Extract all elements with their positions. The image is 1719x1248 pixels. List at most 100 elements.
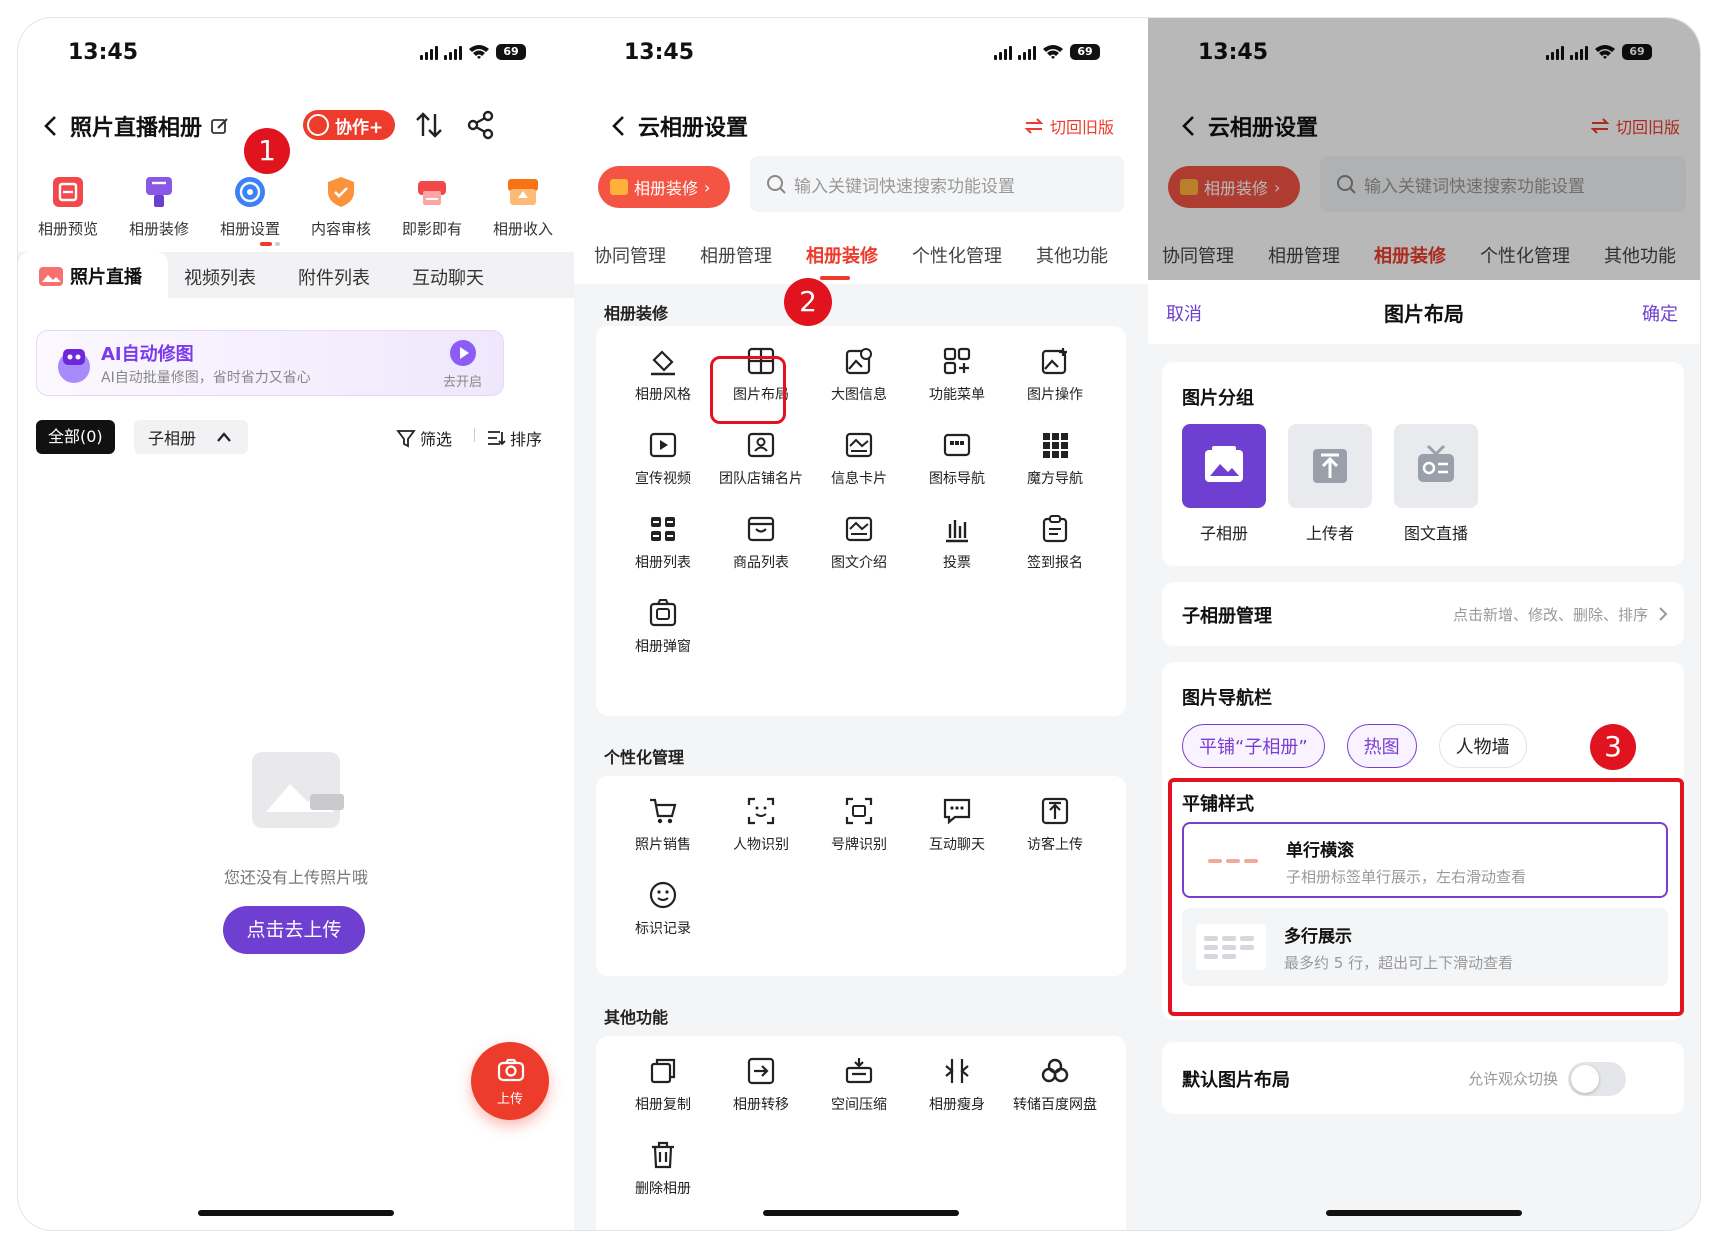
tab-chat[interactable]: 互动聊天	[412, 264, 484, 290]
chip-hot[interactable]: 热图	[1346, 724, 1417, 768]
item-promo-video[interactable]: 宣传视频	[614, 426, 712, 488]
sort-arrows-icon[interactable]	[414, 110, 444, 140]
item-album-list[interactable]: 相册列表	[614, 510, 712, 572]
item-photo-sales[interactable]: 照片销售	[614, 792, 712, 854]
wifi-icon	[1043, 45, 1063, 59]
item-product-list[interactable]: 商品列表	[712, 510, 810, 572]
item-space-compress[interactable]: 空间压缩	[810, 1052, 908, 1114]
sub-album-label: 子相册	[148, 429, 197, 448]
status-icons: 69	[994, 44, 1100, 60]
toolbar-decor[interactable]: 相册装修	[117, 172, 201, 239]
edit-icon[interactable]	[210, 116, 230, 136]
item-visitor-upload[interactable]: 访客上传	[1006, 792, 1104, 854]
allow-switch-toggle[interactable]	[1568, 1062, 1626, 1096]
filter-button[interactable]: 筛选	[396, 426, 452, 450]
ai-banner-action[interactable]: 去开启	[443, 371, 482, 390]
filter-all-button[interactable]: 全部(0)	[36, 420, 115, 454]
personal-grid: 照片销售 人物识别 号牌识别 互动聊天 访客上传 标识记录	[596, 776, 1126, 938]
item-vote[interactable]: 投票	[908, 510, 1006, 572]
copy-icon	[644, 1052, 682, 1090]
search-icon	[767, 175, 786, 194]
tab-attachments[interactable]: 附件列表	[298, 264, 370, 290]
group-option-sub-album[interactable]	[1182, 424, 1266, 508]
highlight-tile-style	[1168, 778, 1684, 1016]
item-label: 图片操作	[1027, 387, 1083, 403]
modal-dim-overlay[interactable]	[1148, 18, 1700, 280]
item-label: 相册弹窗	[635, 639, 691, 655]
item-label: 空间压缩	[831, 1097, 887, 1113]
step-badge-2: 2	[784, 278, 832, 326]
item-album-copy[interactable]: 相册复制	[614, 1052, 712, 1114]
tab-album-manage[interactable]: 相册管理	[700, 242, 772, 268]
play-icon	[450, 340, 476, 366]
tab-videos[interactable]: 视频列表	[184, 264, 256, 290]
chip-tile-sub-album[interactable]: 平铺“子相册”	[1182, 724, 1325, 768]
step-badge-3: 3	[1590, 724, 1636, 770]
tab-collab[interactable]: 协同管理	[594, 242, 666, 268]
chip-people-wall[interactable]: 人物墙	[1438, 724, 1527, 768]
back-icon[interactable]	[608, 114, 630, 138]
item-icon-nav[interactable]: 图标导航	[908, 426, 1006, 488]
item-album-transfer[interactable]: 相册转移	[712, 1052, 810, 1114]
sub-album-dropdown[interactable]: 子相册	[134, 420, 248, 454]
toolbar-review[interactable]: 内容审核	[299, 172, 383, 239]
item-image-text[interactable]: 图文介绍	[810, 510, 908, 572]
item-large-image-info[interactable]: 大图信息	[810, 342, 908, 404]
share-icon[interactable]	[466, 110, 496, 140]
collab-button[interactable]: 协作+	[303, 110, 396, 140]
item-signup[interactable]: 签到报名	[1006, 510, 1104, 572]
item-mark-record[interactable]: 标识记录	[614, 876, 712, 938]
slim-icon	[938, 1052, 976, 1090]
item-label: 信息卡片	[831, 471, 887, 487]
tab-live[interactable]: 照片直播	[38, 263, 142, 289]
item-info-card[interactable]: 信息卡片	[810, 426, 908, 488]
upload-box-icon	[1313, 449, 1347, 483]
group-option-uploader[interactable]	[1288, 424, 1372, 508]
face-scan-icon	[742, 792, 780, 830]
nav-header: 云相册设置	[608, 110, 748, 142]
item-bib-recognition[interactable]: 号牌识别	[810, 792, 908, 854]
item-cube-nav[interactable]: 魔方导航	[1006, 426, 1104, 488]
toolbar-preview[interactable]: 相册预览	[26, 172, 110, 239]
id-card-icon	[742, 426, 780, 464]
item-label: 互动聊天	[929, 837, 985, 853]
back-icon[interactable]	[40, 114, 62, 138]
photo-group-card: 图片分组 子相册 上传者 图文直播	[1162, 362, 1684, 566]
item-function-menu[interactable]: 功能菜单	[908, 342, 1006, 404]
item-interactive-chat[interactable]: 互动聊天	[908, 792, 1006, 854]
search-input[interactable]: 输入关键词快速搜索功能设置	[750, 156, 1124, 212]
album-home-screen: 13:45 69 照片直播相册 协作+ 1 相册预览 相册装修 相册设置 内容审…	[18, 18, 574, 1230]
item-label: 宣传视频	[635, 471, 691, 487]
item-album-style[interactable]: 相册风格	[614, 342, 712, 404]
item-album-slim[interactable]: 相册瘦身	[908, 1052, 1006, 1114]
item-label: 图标导航	[929, 471, 985, 487]
item-image-operation[interactable]: 图片操作	[1006, 342, 1104, 404]
item-label: 人物识别	[733, 837, 789, 853]
trash-icon	[644, 1136, 682, 1174]
upload-now-button[interactable]: 点击去上传	[223, 906, 365, 954]
decor-pill-button[interactable]: 相册装修 ›	[598, 166, 730, 208]
item-team-card[interactable]: 团队店铺名片	[712, 426, 810, 488]
brush-icon	[139, 172, 179, 212]
item-baidu-backup[interactable]: 转储百度网盘	[1006, 1052, 1104, 1114]
battery-icon: 69	[1070, 44, 1100, 60]
toolbar-settings[interactable]: 相册设置	[208, 172, 292, 239]
toolbar-instant[interactable]: 即影即有	[390, 172, 474, 239]
tab-decor[interactable]: 相册装修	[806, 242, 878, 268]
item-album-popup[interactable]: 相册弹窗	[614, 594, 712, 656]
video-icon	[644, 426, 682, 464]
sort-button[interactable]: 排序	[486, 426, 542, 450]
group-option-live-text[interactable]	[1394, 424, 1478, 508]
item-face-recognition[interactable]: 人物识别	[712, 792, 810, 854]
tab-personal[interactable]: 个性化管理	[912, 242, 1002, 268]
tab-other[interactable]: 其他功能	[1036, 242, 1108, 268]
gear-icon	[230, 172, 270, 212]
item-delete-album[interactable]: 删除相册	[614, 1136, 712, 1198]
sub-album-manage-row[interactable]: 子相册管理 点击新增、修改、删除、排序	[1162, 582, 1684, 646]
toolbar-income[interactable]: 相册收入	[481, 172, 565, 239]
other-grid: 相册复制 相册转移 空间压缩 相册瘦身 转储百度网盘 删除相册	[596, 1036, 1126, 1198]
upload-fab[interactable]: 上传	[471, 1042, 549, 1120]
ai-retouch-banner[interactable]: AI自动修图 AI自动批量修图，省时省力又省心 去开启	[36, 330, 504, 396]
switch-old-version[interactable]: 切回旧版	[1024, 114, 1114, 138]
sheet-confirm-button[interactable]: 确定	[1642, 300, 1678, 326]
